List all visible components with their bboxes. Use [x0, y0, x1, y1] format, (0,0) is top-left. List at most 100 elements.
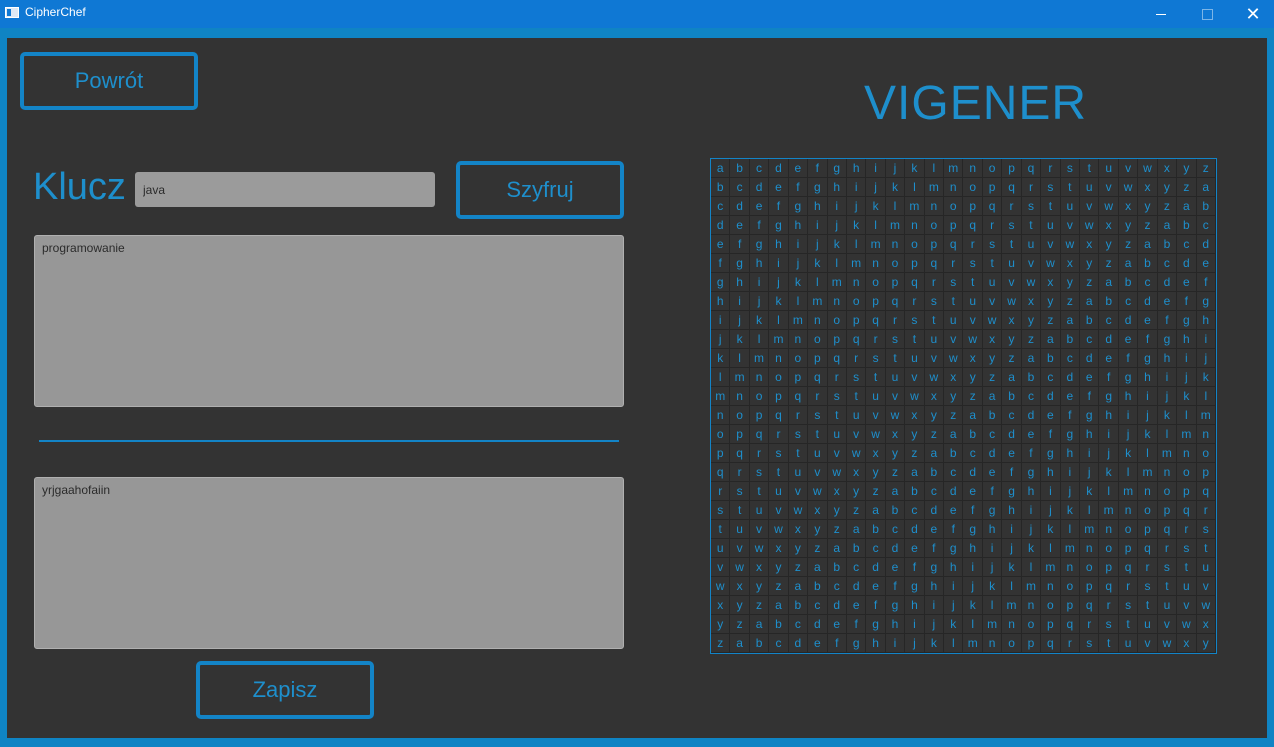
- table-cell: c: [769, 634, 789, 653]
- table-cell: e: [982, 463, 1003, 482]
- table-cell: q: [963, 216, 983, 235]
- table-cell: s: [924, 292, 945, 311]
- table-cell: b: [1099, 292, 1119, 311]
- table-cell: j: [808, 235, 828, 254]
- table-cell: e: [1021, 425, 1042, 444]
- table-cell: i: [905, 615, 925, 634]
- table-cell: g: [963, 520, 983, 539]
- table-cell: x: [885, 425, 906, 444]
- table-cell: s: [885, 330, 906, 349]
- table-cell: u: [1060, 197, 1081, 216]
- table-cell: q: [808, 368, 828, 387]
- key-input[interactable]: [135, 172, 435, 207]
- table-cell: q: [788, 387, 809, 406]
- table-cell: q: [749, 425, 770, 444]
- table-cell: f: [1157, 311, 1178, 330]
- table-cell: t: [1041, 197, 1061, 216]
- table-cell: m: [1099, 501, 1119, 520]
- table-cell: d: [944, 482, 964, 501]
- table-cell: f: [1002, 463, 1022, 482]
- table-cell: w: [1138, 159, 1158, 178]
- table-cell: u: [846, 406, 867, 425]
- table-cell: j: [905, 634, 925, 653]
- table-cell: v: [866, 406, 886, 425]
- table-cell: q: [730, 444, 750, 463]
- table-cell: k: [1177, 387, 1197, 406]
- table-cell: d: [808, 615, 828, 634]
- table-cell: l: [1021, 558, 1042, 577]
- table-cell: r: [944, 254, 964, 273]
- table-cell: o: [1138, 501, 1158, 520]
- table-cell: m: [769, 330, 789, 349]
- table-cell: m: [1196, 406, 1216, 425]
- save-button[interactable]: Zapisz: [196, 661, 374, 719]
- close-button[interactable]: ✕: [1230, 0, 1274, 28]
- table-cell: b: [730, 159, 750, 178]
- table-cell: a: [1118, 254, 1139, 273]
- table-cell: n: [788, 330, 809, 349]
- table-cell: l: [1118, 463, 1139, 482]
- table-cell: x: [1099, 216, 1119, 235]
- table-cell: t: [905, 330, 925, 349]
- table-cell: r: [1118, 577, 1139, 596]
- plaintext-area[interactable]: programowanie: [34, 235, 624, 407]
- table-cell: c: [944, 463, 964, 482]
- table-cell: p: [1196, 463, 1216, 482]
- table-cell: i: [1118, 406, 1139, 425]
- table-cell: s: [1138, 577, 1158, 596]
- table-cell: w: [1157, 634, 1178, 653]
- table-cell: a: [905, 463, 925, 482]
- table-cell: d: [1177, 254, 1197, 273]
- table-cell: y: [1021, 311, 1042, 330]
- table-cell: r: [749, 444, 770, 463]
- app-icon: [5, 7, 19, 18]
- table-cell: k: [1060, 501, 1081, 520]
- table-cell: w: [769, 520, 789, 539]
- table-cell: w: [982, 311, 1003, 330]
- table-cell: h: [1157, 349, 1178, 368]
- table-cell: p: [924, 235, 945, 254]
- table-cell: g: [749, 235, 770, 254]
- table-cell: g: [846, 634, 867, 653]
- table-cell: u: [1041, 216, 1061, 235]
- table-cell: e: [924, 520, 945, 539]
- table-cell: s: [1041, 178, 1061, 197]
- table-cell: n: [866, 254, 886, 273]
- table-cell: m: [1177, 425, 1197, 444]
- table-cell: o: [1080, 558, 1100, 577]
- table-cell: o: [730, 406, 750, 425]
- table-cell: w: [788, 501, 809, 520]
- table-cell: g: [827, 159, 847, 178]
- table-cell: q: [1080, 596, 1100, 615]
- table-cell: m: [1041, 558, 1061, 577]
- table-cell: m: [730, 368, 750, 387]
- ciphertext-area[interactable]: yrjgaahofaiin: [34, 477, 624, 649]
- table-cell: j: [846, 197, 867, 216]
- maximize-button[interactable]: [1184, 0, 1230, 28]
- table-cell: k: [1041, 520, 1061, 539]
- table-cell: b: [1196, 197, 1216, 216]
- table-cell: x: [905, 406, 925, 425]
- table-cell: c: [1021, 387, 1042, 406]
- table-cell: o: [885, 254, 906, 273]
- table-cell: i: [982, 539, 1003, 558]
- table-cell: d: [1041, 387, 1061, 406]
- table-cell: w: [1041, 254, 1061, 273]
- table-cell: p: [1041, 615, 1061, 634]
- table-cell: m: [1138, 463, 1158, 482]
- table-cell: l: [866, 216, 886, 235]
- table-cell: l: [905, 178, 925, 197]
- encrypt-button[interactable]: Szyfruj: [456, 161, 624, 219]
- minimize-button[interactable]: [1138, 0, 1184, 28]
- table-cell: z: [749, 596, 770, 615]
- table-cell: z: [769, 577, 789, 596]
- table-cell: b: [769, 615, 789, 634]
- table-cell: d: [1138, 292, 1158, 311]
- table-cell: d: [1118, 311, 1139, 330]
- table-cell: a: [711, 159, 731, 178]
- table-cell: q: [711, 463, 731, 482]
- table-cell: t: [944, 292, 964, 311]
- table-cell: p: [788, 368, 809, 387]
- table-cell: f: [1060, 406, 1081, 425]
- back-button[interactable]: Powrót: [20, 52, 198, 110]
